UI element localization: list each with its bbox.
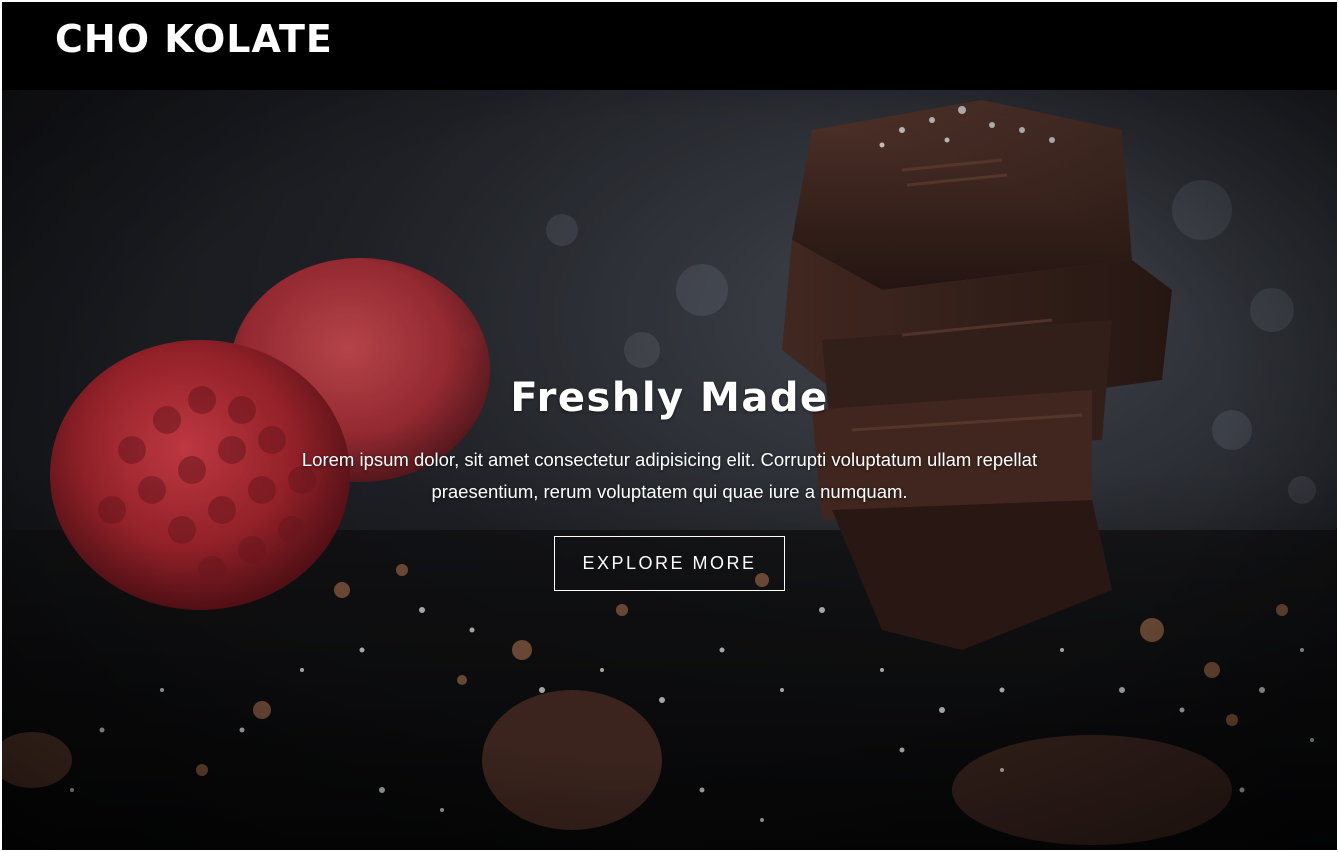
logo[interactable]: CHO KOLATE: [55, 16, 333, 62]
hero-title: Freshly Made: [510, 375, 829, 421]
page: CHO KOLATE Freshly Made Lorem ipsum dolo…: [0, 0, 1339, 852]
hero-description: Lorem ipsum dolor, sit amet consectetur …: [301, 449, 1038, 502]
navbar: CHO KOLATE: [2, 2, 1337, 90]
explore-more-button[interactable]: EXPLORE MORE: [554, 536, 785, 591]
hero-content: Freshly Made Lorem ipsum dolor, sit amet…: [2, 370, 1337, 591]
hero-section: Freshly Made Lorem ipsum dolor, sit amet…: [2, 90, 1337, 850]
